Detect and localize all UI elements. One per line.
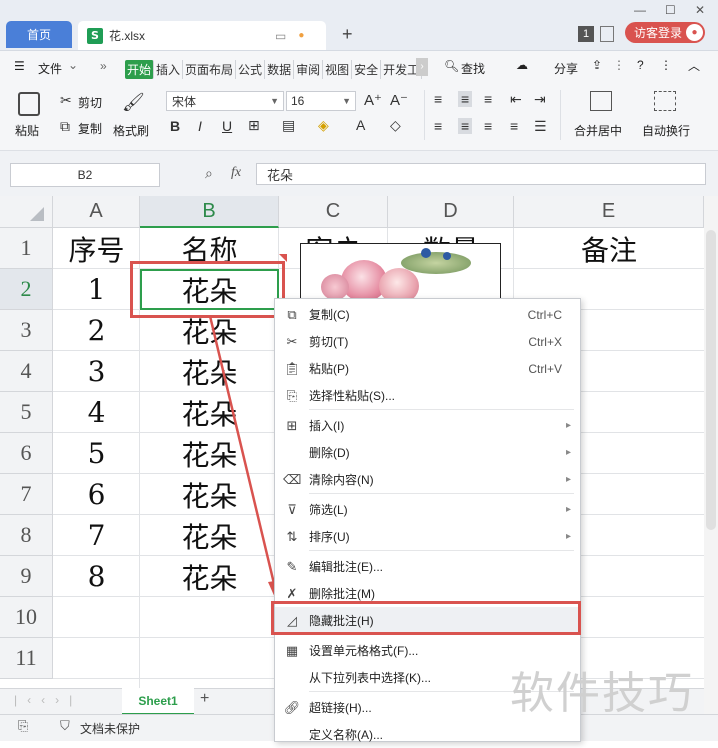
sort-icon: ⇅ [286, 528, 298, 544]
scissors-icon: ✂ [286, 333, 298, 349]
menu-item-label: 删除(D) [309, 446, 350, 460]
menu-separator [309, 409, 574, 410]
submenu-arrow-icon: ▸ [565, 531, 571, 542]
highlight-box-hide-comment [271, 601, 581, 635]
menu-item-label: 超链接(H)... [309, 701, 372, 715]
copy-icon: ⧉ [287, 306, 297, 322]
menu-item-0[interactable]: ⧉ 复制(C) Ctrl+C [275, 301, 580, 328]
submenu-arrow-icon: ▸ [565, 447, 571, 458]
menu-item-2[interactable]: 📋︎ 粘贴(P) Ctrl+V [275, 355, 580, 382]
menu-item-4[interactable]: ⊞ 插入(I) ▸ [275, 412, 580, 439]
filter-icon: ⊽ [287, 501, 297, 517]
menu-item-15[interactable]: 定义名称(A)... [275, 721, 580, 748]
menu-item-label: 从下拉列表中选择(K)... [309, 671, 431, 685]
sheet-tab-sheet1[interactable]: Sheet1 [122, 688, 194, 715]
paste-icon: 📋︎ [283, 360, 301, 376]
submenu-arrow-icon: ▸ [565, 420, 571, 431]
scrollbar-thumb[interactable] [706, 230, 716, 530]
submenu-arrow-icon: ▸ [565, 504, 571, 515]
paste-special-icon: ⎘ [286, 387, 298, 403]
menu-separator [309, 493, 574, 494]
menu-item-label: 编辑批注(E)... [309, 560, 383, 574]
shield-icon: ⛉ [60, 718, 70, 733]
watermark: 软件技巧 [510, 668, 694, 719]
add-sheet-icon[interactable]: + [200, 690, 209, 708]
menu-item-1[interactable]: ✂ 剪切(T) Ctrl+X [275, 328, 580, 355]
menu-item-shortcut: Ctrl+V [528, 361, 562, 376]
menu-item-3[interactable]: ⎘ 选择性粘贴(S)... [275, 382, 580, 409]
insert-icon: ⊞ [286, 417, 298, 433]
submenu-arrow-icon: ▸ [565, 474, 571, 485]
menu-item-shortcut: Ctrl+X [528, 334, 562, 349]
eraser-icon: ⌫ [283, 471, 302, 487]
link-icon: 🔗︎ [283, 699, 301, 715]
menu-item-8[interactable]: ⇅ 排序(U) ▸ [275, 523, 580, 550]
menu-item-label: 粘贴(P) [309, 362, 349, 376]
macro-icon[interactable]: ⎘ [18, 718, 28, 734]
menu-item-label: 筛选(L) [309, 503, 348, 517]
menu-item-7[interactable]: ⊽ 筛选(L) ▸ [275, 496, 580, 523]
edit-comment-icon: ✎ [286, 558, 298, 574]
menu-item-label: 排序(U) [309, 530, 350, 544]
menu-item-5[interactable]: 删除(D) ▸ [275, 439, 580, 466]
format-cells-icon: ▦ [285, 642, 299, 658]
menu-item-9[interactable]: ✎ 编辑批注(E)... [275, 553, 580, 580]
protection-status[interactable]: 文档未保护 [80, 720, 140, 737]
menu-item-shortcut: Ctrl+C [527, 307, 562, 322]
menu-item-6[interactable]: ⌫ 清除内容(N) ▸ [275, 466, 580, 493]
menu-item-label: 选择性粘贴(S)... [309, 389, 395, 403]
menu-item-label: 复制(C) [309, 308, 350, 322]
menu-separator [309, 550, 574, 551]
menu-item-label: 删除批注(M) [309, 587, 375, 601]
menu-item-label: 清除内容(N) [309, 473, 374, 487]
sheet-nav-icons[interactable]: |‹‹›| [14, 693, 82, 707]
menu-item-label: 插入(I) [309, 419, 345, 433]
delete-comment-icon: ✗ [286, 585, 298, 601]
menu-item-label: 剪切(T) [309, 335, 349, 349]
menu-item-label: 定义名称(A)... [309, 728, 383, 742]
menu-item-label: 设置单元格格式(F)... [309, 644, 419, 658]
